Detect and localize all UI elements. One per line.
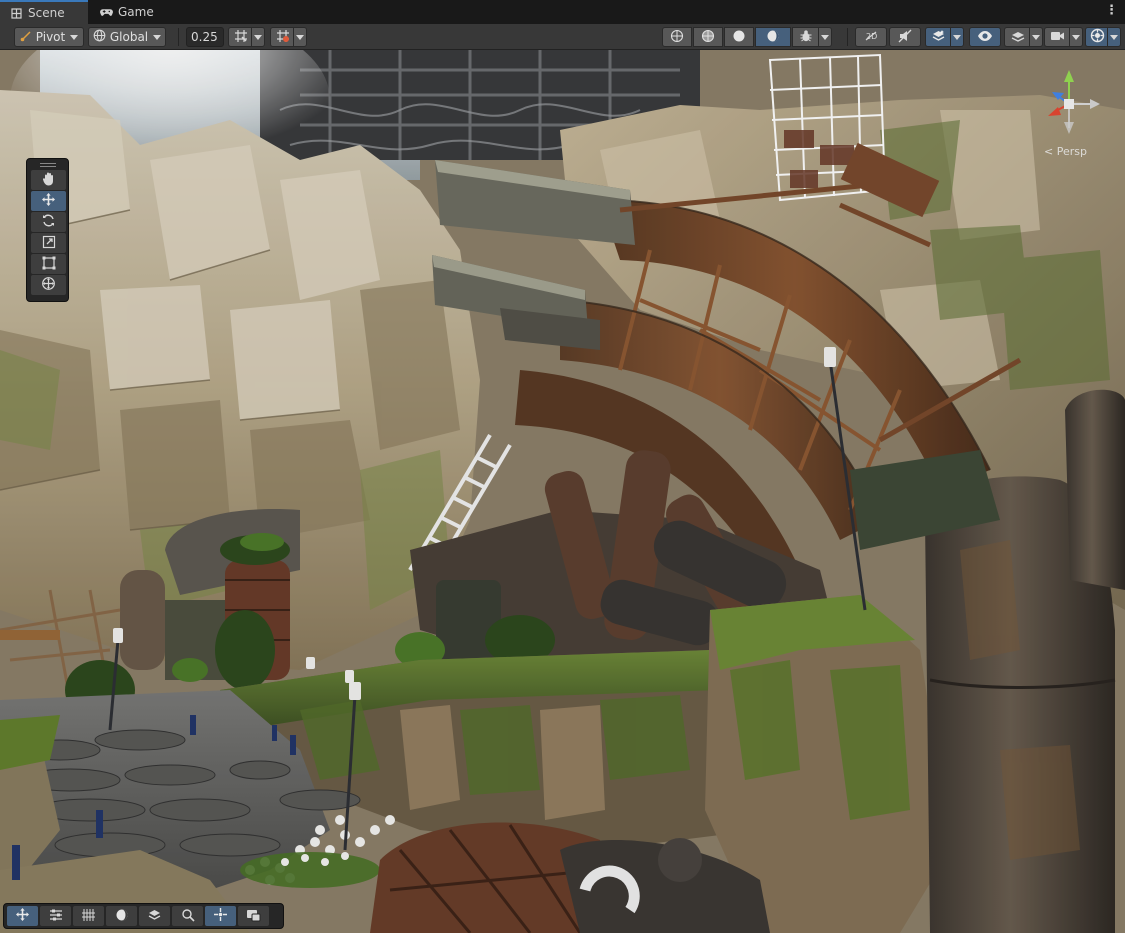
audio-toggle[interactable] (889, 27, 921, 47)
grid-visibility-button[interactable] (270, 27, 294, 47)
svg-text:2D: 2D (866, 32, 877, 41)
shaded-wireframe-mode-button[interactable] (693, 27, 723, 47)
scale-icon (42, 235, 56, 252)
layers-icon (1011, 29, 1025, 46)
search-icon (181, 908, 195, 925)
layers-visibility-options[interactable] (1029, 27, 1043, 47)
projection-label[interactable]: < Persp (1044, 145, 1087, 158)
scene-toolbar: Pivot Global 0.25 2D (0, 24, 1125, 50)
scene-effects-options[interactable] (950, 27, 964, 47)
pivot-label: Pivot (35, 30, 66, 44)
shading-icon (115, 908, 129, 925)
bug-icon (799, 29, 813, 46)
scene-render (0, 50, 1125, 933)
toolbar-divider (847, 28, 848, 46)
rotate-tool-button[interactable] (31, 212, 66, 232)
pivot-icon (20, 30, 32, 45)
lit-sphere-icon (766, 29, 780, 46)
camera-settings-button[interactable] (1044, 27, 1070, 47)
hand-tool-button[interactable] (31, 170, 66, 190)
hand-icon (42, 171, 56, 189)
video-camera-icon (1050, 30, 1065, 45)
grid-visibility-icon (276, 29, 290, 46)
grid-snap-icon (234, 29, 248, 46)
camera-overlay-icon (246, 908, 261, 925)
tab-scene[interactable]: Scene (0, 0, 88, 24)
rect-icon (42, 256, 56, 273)
scene-effects-toggle[interactable] (925, 27, 951, 47)
layers-icon (147, 908, 162, 925)
debug-draw-mode-button[interactable] (792, 27, 818, 47)
toolbar-divider (178, 28, 179, 46)
gamepad-icon (100, 6, 113, 19)
grid-visibility-options[interactable] (293, 27, 307, 47)
shaded-wireframe-icon (701, 29, 715, 46)
debug-draw-mode-options[interactable] (818, 27, 832, 47)
grid-icon (10, 7, 23, 20)
move-arrows-icon (41, 192, 56, 210)
global-label: Global (109, 30, 149, 44)
gizmos-options[interactable] (1107, 27, 1121, 47)
2d-view-toggle[interactable]: 2D (855, 27, 887, 47)
layers-visibility-button[interactable] (1004, 27, 1030, 47)
tab-bar: Scene Game ⋮ (0, 0, 1125, 24)
gizmo-globe-icon (1090, 28, 1105, 46)
tab-game-label: Game (118, 5, 154, 19)
bottom-crosshair-button[interactable] (205, 906, 236, 926)
shaded-mode-button[interactable] (724, 27, 754, 47)
gizmos-toggle[interactable] (1085, 27, 1108, 47)
camera-settings-options[interactable] (1069, 27, 1083, 47)
tools-overlay (26, 158, 69, 302)
wireframe-sphere-icon (670, 29, 684, 46)
effects-stack-icon (931, 29, 946, 46)
tab-scene-label: Scene (28, 6, 65, 20)
eye-icon (977, 30, 993, 45)
solid-sphere-icon (732, 29, 746, 46)
bottom-layers-button[interactable] (139, 906, 170, 926)
move-arrows-icon (15, 907, 30, 925)
bottom-shading-button[interactable] (106, 906, 137, 926)
transform-tool-button[interactable] (31, 275, 66, 295)
rendered-mode-button[interactable] (755, 27, 791, 47)
scale-tool-button[interactable] (31, 233, 66, 253)
bottom-camera-overlay-button[interactable] (238, 906, 269, 926)
grid-snap-options[interactable] (251, 27, 265, 47)
snap-increment-field[interactable]: 0.25 (186, 27, 224, 47)
bottom-move-button[interactable] (7, 906, 38, 926)
2d-icon: 2D (863, 29, 879, 46)
wireframe-mode-button[interactable] (662, 27, 692, 47)
pivot-dropdown[interactable]: Pivot (14, 27, 84, 47)
mute-icon (897, 29, 913, 46)
global-dropdown[interactable]: Global (88, 27, 166, 47)
tab-options-menu[interactable]: ⋮ (1105, 3, 1118, 18)
transform-icon (41, 276, 56, 294)
grid-snap-button[interactable] (228, 27, 252, 47)
chevron-down-icon (153, 34, 162, 40)
bottom-overlay-toolbar (3, 903, 284, 929)
rotate-icon (41, 213, 56, 231)
scene-viewport[interactable]: < Persp (0, 50, 1125, 933)
bottom-sliders-button[interactable] (40, 906, 71, 926)
crosshair-icon (213, 907, 228, 925)
overlay-drag-handle[interactable] (31, 161, 64, 169)
chevron-down-icon (70, 34, 79, 40)
globe-icon (93, 29, 106, 45)
move-tool-button[interactable] (31, 191, 66, 211)
bottom-grid-button[interactable] (73, 906, 104, 926)
axis-gizmo-icon (1048, 70, 1100, 134)
scene-visibility-toggle[interactable] (969, 27, 1001, 47)
tab-game[interactable]: Game (90, 0, 160, 24)
grid-hatch-icon (81, 908, 96, 925)
sliders-icon (49, 908, 63, 925)
bottom-search-button[interactable] (172, 906, 203, 926)
rect-tool-button[interactable] (31, 254, 66, 274)
